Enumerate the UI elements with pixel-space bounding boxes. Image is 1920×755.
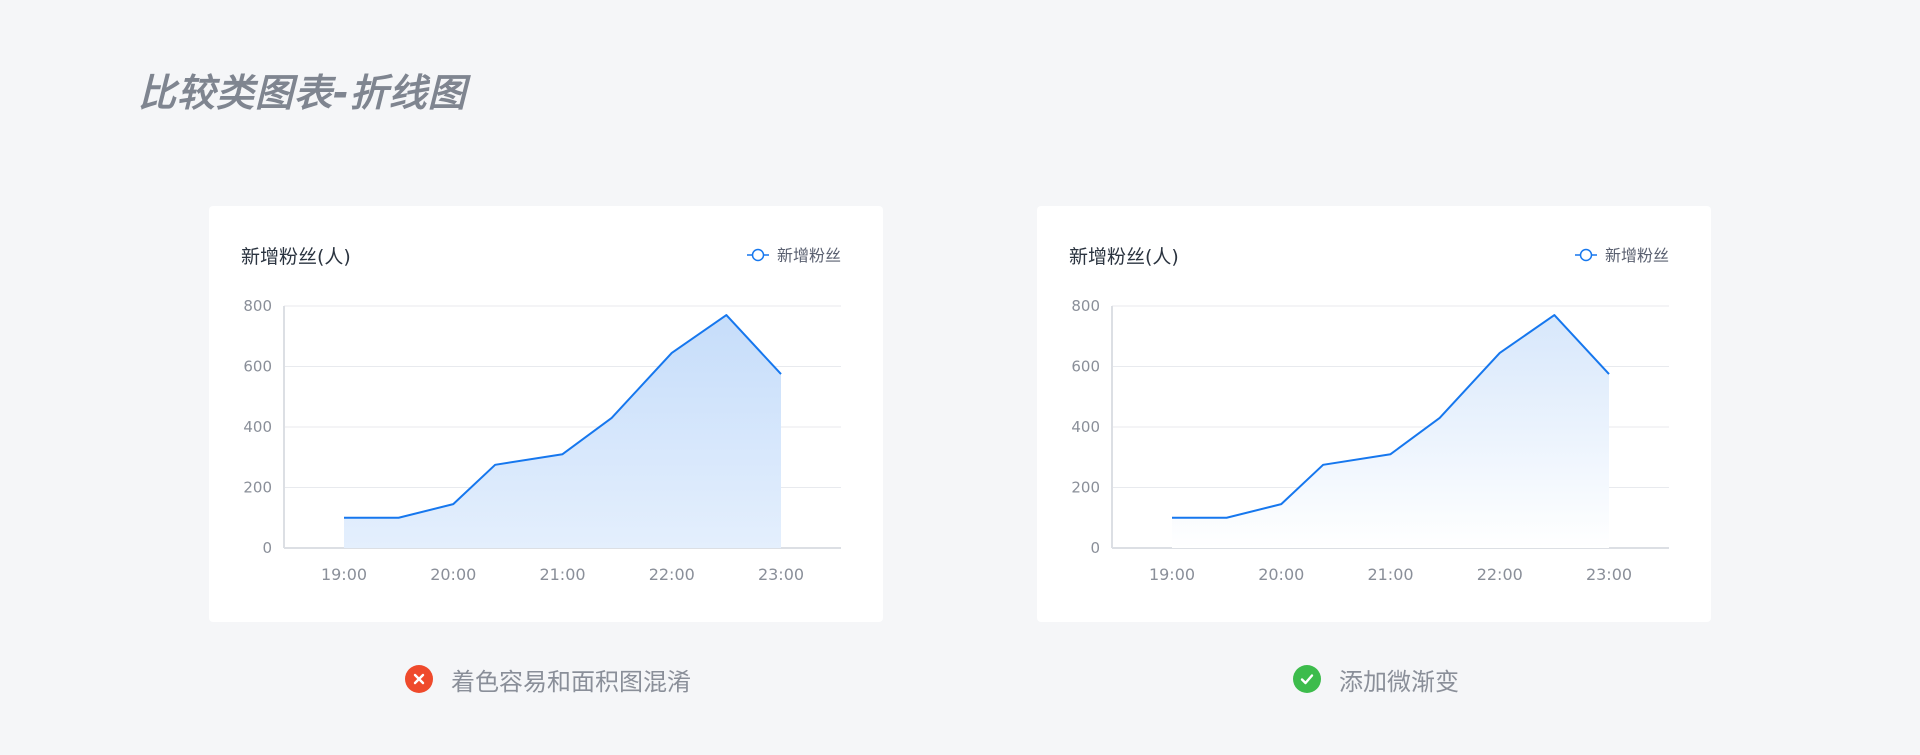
legend: 新增粉丝 [747, 246, 841, 265]
line-chart-gradient-fill: 新增粉丝(人) 新增粉丝 0 200 400 600 800 19:00 20:00 21:00 2… [1069, 246, 1669, 584]
y-tick-label: 800 [1071, 297, 1100, 315]
check-icon [1293, 665, 1321, 693]
y-tick-label: 600 [1071, 358, 1100, 376]
chart-title: 新增粉丝(人) [1069, 246, 1179, 268]
y-tick-label: 800 [243, 297, 272, 315]
legend: 新增粉丝 [1575, 246, 1669, 265]
x-tick-label: 20:00 [1258, 565, 1304, 584]
area-fill [1172, 315, 1609, 548]
legend-marker [751, 248, 765, 262]
y-tick-label: 200 [1071, 479, 1100, 497]
y-tick-label: 0 [1090, 539, 1100, 557]
x-tick-label: 19:00 [321, 565, 367, 584]
chart-title: 新增粉丝(人) [241, 246, 351, 268]
y-tick-label: 400 [1071, 418, 1100, 436]
error-x-icon [405, 665, 433, 693]
x-tick-label: 23:00 [758, 565, 804, 584]
page-title: 比较类图表-折线图 [138, 71, 467, 115]
chart-card-solid: 新增粉丝(人) 新增粉丝 0 200 400 600 800 19:00 20:00 21:00 2… [209, 206, 883, 622]
x-tick-label: 22:00 [649, 565, 695, 584]
x-tick-label: 21:00 [539, 565, 585, 584]
y-tick-label: 400 [243, 418, 272, 436]
caption-bad-example: 着色容易和面积图混淆 [405, 664, 691, 696]
x-tick-label: 21:00 [1367, 565, 1413, 584]
y-tick-label: 0 [262, 539, 272, 557]
legend-label: 新增粉丝 [1605, 246, 1669, 265]
chart-card-gradient: 新增粉丝(人) 新增粉丝 0 200 400 600 800 19:00 20:00 21:00 2… [1037, 206, 1711, 622]
caption-good-example: 添加微渐变 [1293, 664, 1459, 696]
y-tick-label: 200 [243, 479, 272, 497]
caption-text-bad: 着色容易和面积图混淆 [451, 667, 691, 696]
area-fill [344, 315, 781, 548]
x-tick-label: 22:00 [1477, 565, 1523, 584]
x-tick-label: 23:00 [1586, 565, 1632, 584]
line-chart-solid-fill: 新增粉丝(人) 新增粉丝 0 200 400 600 800 19:00 20:00 21:00 2… [241, 246, 841, 584]
legend-marker [1579, 248, 1593, 262]
legend-label: 新增粉丝 [777, 246, 841, 265]
caption-text-good: 添加微渐变 [1339, 667, 1459, 696]
y-tick-label: 600 [243, 358, 272, 376]
x-tick-label: 20:00 [430, 565, 476, 584]
x-tick-label: 19:00 [1149, 565, 1195, 584]
